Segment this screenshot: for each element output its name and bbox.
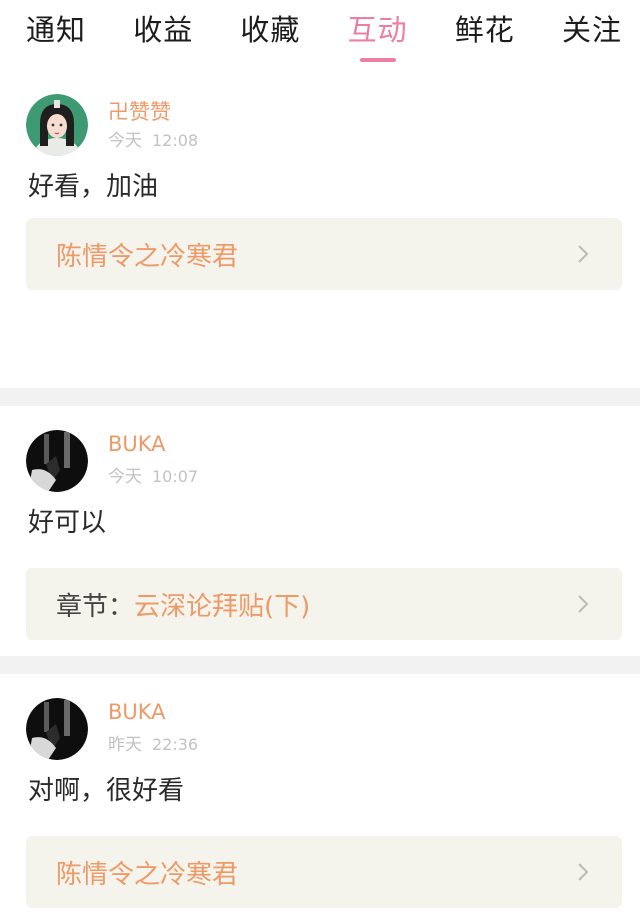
avatar[interactable] (26, 430, 88, 492)
comment-text: 好看，加油 (28, 172, 159, 202)
chevron-right-icon (578, 245, 589, 263)
username[interactable]: BUKA (108, 700, 166, 724)
tab-favorites[interactable]: 收藏 (240, 0, 300, 70)
avatar[interactable] (26, 698, 88, 760)
divider (0, 388, 640, 406)
timestamp: 今天 10:07 (108, 467, 199, 487)
work-link[interactable]: 陈情令之冷寒君 (26, 836, 622, 908)
username[interactable]: BUKA (108, 432, 166, 456)
ref-prefix: 章节： (56, 591, 135, 622)
comment-card: BUKA 今天 10:07 好可以 章节： 云深论拜贴(下) (0, 406, 640, 656)
username[interactable]: 卍赞赞 (108, 96, 171, 126)
work-link[interactable]: 陈情令之冷寒君 (26, 218, 622, 290)
divider (0, 656, 640, 674)
avatar-image (26, 94, 88, 156)
ref-title: 陈情令之冷寒君 (56, 241, 239, 272)
comment-text: 好可以 (28, 508, 107, 538)
ref-title: 云深论拜贴(下) (134, 591, 311, 622)
chevron-right-icon (578, 595, 589, 613)
tab-interactions[interactable]: 互动 (348, 0, 408, 70)
avatar[interactable] (26, 94, 88, 156)
tab-notifications[interactable]: 通知 (26, 0, 86, 70)
chevron-right-icon (578, 863, 589, 881)
tab-following[interactable]: 关注 (562, 0, 622, 70)
comment-card: 卍赞赞 今天 12:08 好看，加油 陈情令之冷寒君 (0, 70, 640, 318)
chapter-link[interactable]: 章节： 云深论拜贴(下) (26, 568, 622, 640)
timestamp: 昨天 22:36 (108, 735, 199, 755)
comment-text: 对啊，很好看 (28, 776, 185, 806)
tab-bar: 通知 收益 收藏 互动 鲜花 关注 (0, 0, 640, 70)
avatar-image (26, 698, 88, 760)
comment-card: BUKA 昨天 22:36 对啊，很好看 陈情令之冷寒君 (0, 674, 640, 919)
tab-earnings[interactable]: 收益 (133, 0, 193, 70)
timestamp: 今天 12:08 (108, 131, 199, 151)
tab-flowers[interactable]: 鲜花 (455, 0, 515, 70)
avatar-image (26, 430, 88, 492)
ref-title: 陈情令之冷寒君 (56, 859, 239, 890)
